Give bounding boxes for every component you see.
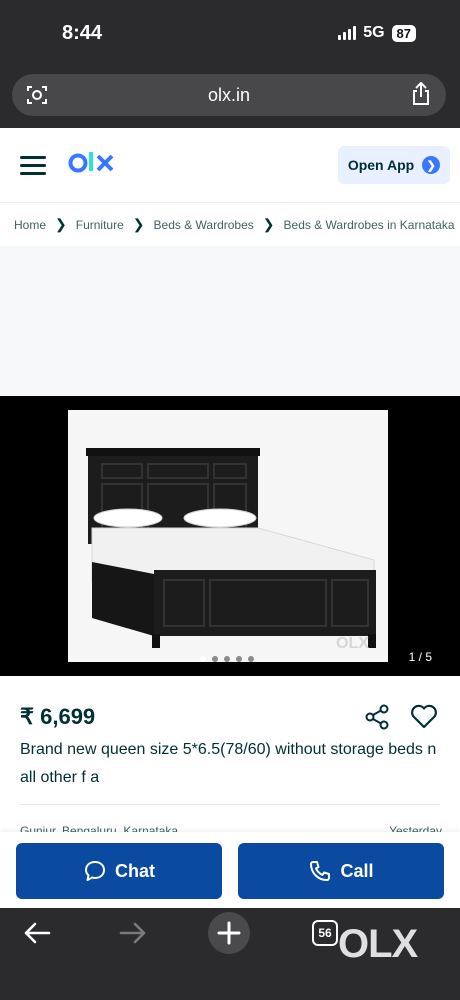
photo-watermark: OLX [336,635,369,652]
address-bar[interactable]: olx.in [12,74,446,116]
chat-button[interactable]: Chat [16,843,222,899]
hamburger-menu-icon[interactable] [20,156,46,176]
breadcrumb-beds-wardrobes[interactable]: Beds & Wardrobes [154,218,254,232]
olx-logo[interactable] [68,148,120,185]
pagination-dot[interactable] [212,656,218,662]
status-indicators: 5G 87 [338,24,416,42]
olx-watermark: OLX [338,922,418,966]
battery-level: 87 [391,24,416,42]
image-counter: 1 / 5 [408,650,432,664]
pagination-dot[interactable] [236,656,242,662]
browser-bottom-bar: 56 OLX [0,908,460,1000]
chat-bubble-icon [85,861,105,881]
open-app-label: Open App [347,157,415,173]
open-app-button[interactable]: Open App ❯ [338,146,450,184]
contact-actions: Chat Call [0,832,460,908]
chat-label: Chat [115,860,155,881]
breadcrumb: Home ❯ Furniture ❯ Beds & Wardrobes ❯ Be… [0,202,460,246]
status-bar: 8:44 5G 87 [0,0,460,66]
browser-toolbar: olx.in [0,66,460,128]
network-type: 5G [363,24,385,41]
ad-placeholder [0,246,460,396]
breadcrumb-karnataka[interactable]: Beds & Wardrobes in Karnataka [284,218,455,232]
divider [20,804,440,805]
back-arrow-icon[interactable] [22,920,52,946]
chevron-right-icon: ❯ [55,216,67,232]
pagination-dot-active[interactable] [200,656,206,662]
status-time: 8:44 [62,22,103,44]
new-tab-button[interactable] [208,912,250,954]
heart-icon[interactable] [410,703,438,729]
image-gallery[interactable]: OLX 1 / 5 [0,396,460,676]
bed-image: OLX [68,410,388,662]
pagination-dot[interactable] [248,656,254,662]
pagination-dot[interactable] [224,656,230,662]
plus-icon [217,921,241,945]
listing-details: ₹ 6,699 Brand new queen size 5*6.5(78/60… [0,676,460,838]
chevron-right-icon: ❯ [422,156,441,174]
phone-icon [310,861,331,881]
gallery-pagination [200,656,254,662]
signal-icon [338,26,357,40]
olx-logo-mark [68,152,114,173]
url-text: olx.in [207,85,251,105]
forward-arrow-icon[interactable] [118,920,148,946]
listing-price: ₹ 6,699 [20,704,96,729]
share-icon[interactable] [410,82,432,106]
share-icon[interactable] [364,704,390,730]
call-label: Call [340,860,374,881]
chevron-right-icon: ❯ [132,216,145,232]
chevron-right-icon: ❯ [262,216,275,232]
breadcrumb-furniture[interactable]: Furniture [76,218,124,232]
listing-photo[interactable]: OLX [68,410,388,662]
listing-title: Brand new queen size 5*6.5(78/60) withou… [20,741,437,786]
call-button[interactable]: Call [238,843,444,899]
tab-switcher-button[interactable]: 56 [312,920,338,946]
site-header: Open App ❯ [0,128,460,202]
breadcrumb-home[interactable]: Home [14,218,46,232]
